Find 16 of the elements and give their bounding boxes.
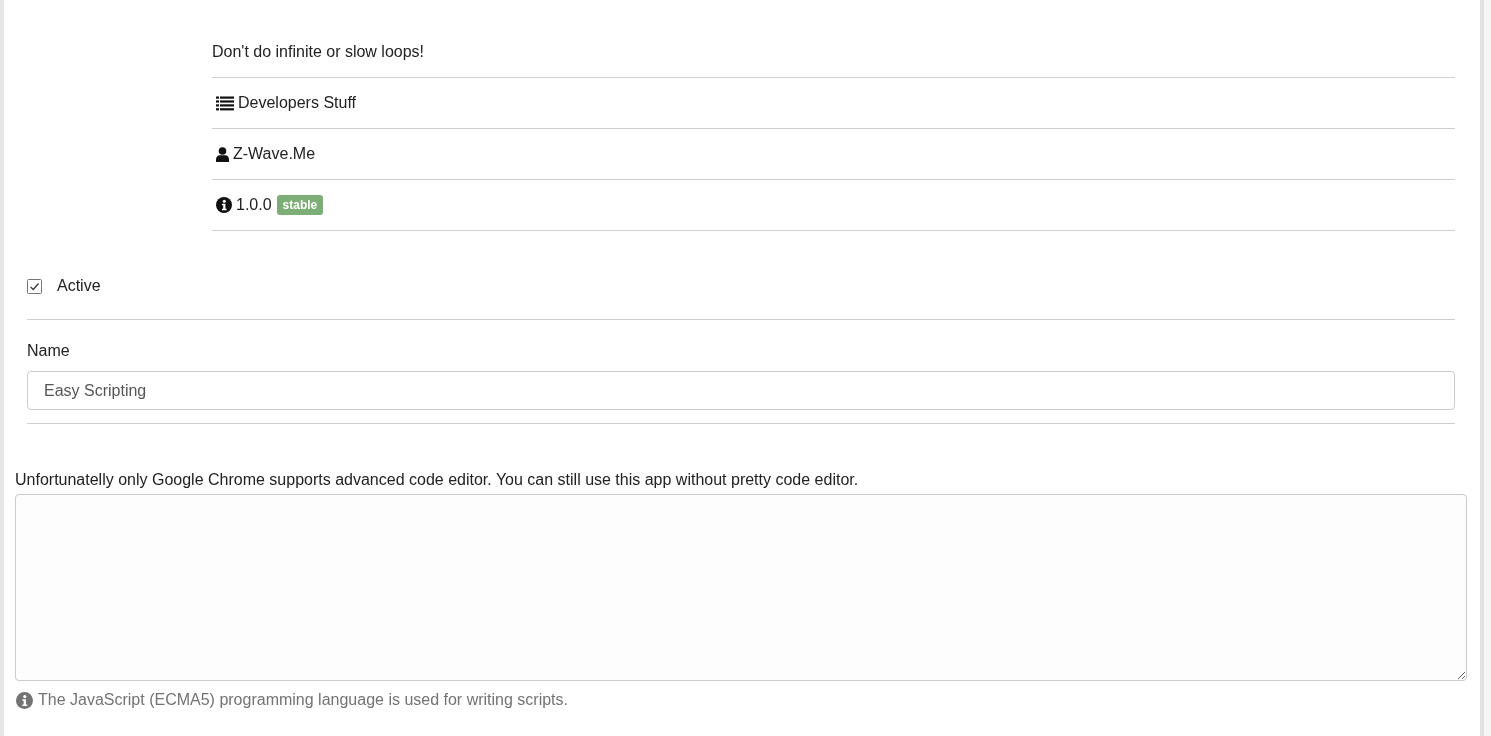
author-text: Z-Wave.Me: [233, 144, 316, 164]
version-text: 1.0.0: [236, 195, 272, 215]
user-icon: [216, 146, 229, 162]
active-label: Active: [57, 276, 101, 296]
category-text: Developers Stuff: [238, 93, 356, 113]
info-icon: [16, 691, 33, 709]
list-icon: [216, 95, 234, 111]
code-editor-field[interactable]: [15, 494, 1467, 681]
status-badge: stable: [276, 195, 324, 215]
editor-notice-text: Unfortunatelly only Google Chrome supports advanced code editor. You can still use this app without pretty code editor.: [15, 470, 859, 490]
name-input-field[interactable]: Easy Scripting: [27, 371, 1455, 410]
name-label: Name: [27, 341, 70, 361]
checkbox[interactable]: [27, 278, 42, 294]
description-text: Don't do infinite or slow loops!: [212, 42, 425, 62]
info-icon: [216, 197, 232, 213]
help-text: The JavaScript (ECMA5) programming language is used for writing scripts.: [38, 690, 568, 710]
